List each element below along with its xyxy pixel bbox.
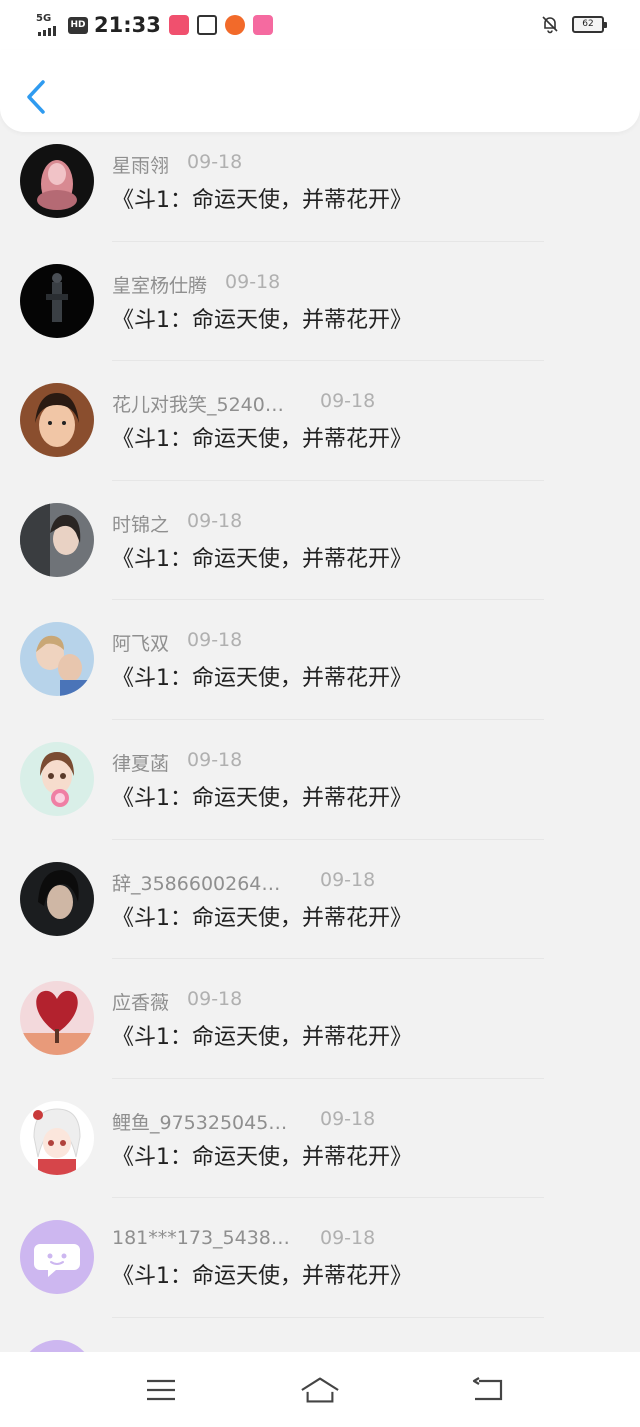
- list-item[interactable]: 花儿对我笑_5240… 09-18 《斗1：命运天使，并蒂花开》: [0, 379, 640, 499]
- message-text: 《斗1：命运天使，并蒂花开》: [112, 1144, 412, 1170]
- username[interactable]: 时锦之: [112, 510, 169, 537]
- avatar[interactable]: [20, 861, 94, 936]
- message-text: 《斗1：命运天使，并蒂花开》: [112, 188, 412, 213]
- divider: [112, 240, 544, 242]
- avatar[interactable]: [20, 741, 94, 816]
- message-text: 《斗1：命运天使，并蒂花开》: [112, 546, 412, 572]
- message-text: 《斗1：命运天使，并蒂花开》: [112, 1264, 412, 1290]
- list-item-partial[interactable]: [0, 1336, 640, 1352]
- back-nav-button[interactable]: [468, 1370, 508, 1410]
- item-meta: 律夏菡 09-18: [112, 749, 242, 776]
- list-item[interactable]: 阿飞双 09-18 《斗1：命运天使，并蒂花开》: [0, 618, 640, 738]
- message-text: 《斗1：命运天使，并蒂花开》: [112, 307, 412, 333]
- date: 09-18: [320, 868, 376, 891]
- date: 09-18: [187, 509, 243, 532]
- divider: [112, 958, 544, 960]
- network-indicator: 5G: [36, 13, 66, 36]
- date: 09-18: [187, 629, 243, 652]
- list-item[interactable]: 皇室杨仕腾 09-18 《斗1：命运天使，并蒂花开》: [0, 260, 640, 380]
- avatar[interactable]: [20, 144, 94, 218]
- username[interactable]: 星雨翎: [112, 151, 169, 178]
- username[interactable]: 应香薇: [112, 988, 169, 1015]
- avatar[interactable]: [20, 1220, 94, 1295]
- divider: [112, 838, 544, 840]
- list-item[interactable]: 律夏菡 09-18 《斗1：命运天使，并蒂花开》: [0, 738, 640, 858]
- chevron-left-icon: [27, 80, 45, 114]
- message-text: 《斗1：命运天使，并蒂花开》: [112, 785, 412, 811]
- avatar[interactable]: [20, 981, 94, 1056]
- list-item[interactable]: 星雨翎 09-18 《斗1：命运天使，并蒂花开》: [0, 140, 640, 260]
- network-type: 5G: [36, 13, 52, 24]
- message-text: 《斗1：命运天使，并蒂花开》: [112, 427, 412, 453]
- app-notification-icon: [224, 15, 245, 35]
- signal-icon: [38, 26, 56, 36]
- username[interactable]: 181***173_5438…: [112, 1227, 302, 1249]
- list-item[interactable]: 181***173_5438… 09-18 《斗1：命运天使，并蒂花开》: [0, 1216, 640, 1336]
- date: 09-18: [187, 988, 243, 1011]
- menu-button[interactable]: [141, 1370, 181, 1410]
- divider: [112, 479, 544, 481]
- app-notification-icon: [168, 15, 189, 35]
- avatar[interactable]: [20, 263, 94, 338]
- back-button[interactable]: [16, 74, 56, 120]
- default-avatar-icon: [20, 1220, 94, 1295]
- back-icon: [472, 1377, 503, 1401]
- bell-muted-icon: [542, 16, 558, 34]
- item-meta: 皇室杨仕腾 09-18: [112, 271, 280, 298]
- item-meta: 应香薇 09-18: [112, 988, 242, 1015]
- comment-list: 星雨翎 09-18 《斗1：命运天使，并蒂花开》 皇室杨仕腾 09-18 《斗1…: [0, 140, 640, 1352]
- avatar[interactable]: [20, 1100, 94, 1175]
- divider: [112, 718, 544, 720]
- list-item[interactable]: 辞_3586600264… 09-18 《斗1：命运天使，并蒂花开》: [0, 858, 640, 978]
- list-item[interactable]: 应香薇 09-18 《斗1：命运天使，并蒂花开》: [0, 977, 640, 1097]
- avatar[interactable]: [20, 502, 94, 577]
- username[interactable]: 花儿对我笑_5240…: [112, 390, 302, 417]
- username[interactable]: 律夏菡: [112, 749, 169, 776]
- date: 09-18: [187, 151, 243, 173]
- item-meta: 辞_3586600264… 09-18: [112, 869, 375, 896]
- date: 09-18: [187, 748, 243, 771]
- divider: [112, 1077, 544, 1079]
- divider: [112, 1316, 544, 1318]
- header: [0, 50, 640, 132]
- avatar[interactable]: [20, 1339, 94, 1352]
- username[interactable]: 鲤鱼_975325045…: [112, 1108, 302, 1135]
- date: 09-18: [225, 270, 281, 293]
- battery-indicator: 62: [572, 15, 607, 33]
- status-left: 5G HD 21:33: [36, 12, 273, 38]
- status-bar: 5G HD 21:33 62: [0, 0, 640, 50]
- date: 09-18: [320, 1107, 376, 1130]
- date: 09-18: [320, 1227, 376, 1250]
- item-meta: 181***173_5438… 09-18: [112, 1227, 375, 1249]
- divider: [112, 360, 544, 362]
- item-meta: 花儿对我笑_5240… 09-18: [112, 390, 375, 417]
- menu-icon: [147, 1379, 175, 1401]
- item-meta: 阿飞双 09-18: [112, 629, 242, 656]
- avatar[interactable]: [20, 383, 94, 458]
- system-nav-bar: [0, 1352, 640, 1427]
- username[interactable]: 皇室杨仕腾: [112, 271, 207, 298]
- home-icon: [301, 1377, 339, 1403]
- item-meta: 星雨翎 09-18: [112, 151, 242, 178]
- divider: [112, 599, 544, 601]
- username[interactable]: 阿飞双: [112, 629, 169, 656]
- item-meta: 时锦之 09-18: [112, 510, 242, 537]
- status-time: 21:33: [94, 13, 161, 37]
- app-notification-icon: [196, 15, 217, 35]
- hd-badge: HD: [68, 16, 88, 34]
- item-meta: 鲤鱼_975325045… 09-18: [112, 1108, 375, 1135]
- username[interactable]: 辞_3586600264…: [112, 869, 302, 896]
- message-text: 《斗1：命运天使，并蒂花开》: [112, 666, 412, 692]
- avatar[interactable]: [20, 622, 94, 697]
- app-notification-icon: [252, 15, 273, 35]
- list-item[interactable]: 时锦之 09-18 《斗1：命运天使，并蒂花开》: [0, 499, 640, 619]
- message-text: 《斗1：命运天使，并蒂花开》: [112, 905, 412, 931]
- divider: [112, 1197, 544, 1199]
- list-item[interactable]: 鲤鱼_975325045… 09-18 《斗1：命运天使，并蒂花开》: [0, 1097, 640, 1217]
- status-right: 62: [540, 14, 607, 34]
- date: 09-18: [320, 390, 376, 413]
- home-button[interactable]: [300, 1370, 340, 1410]
- message-text: 《斗1：命运天使，并蒂花开》: [112, 1025, 412, 1051]
